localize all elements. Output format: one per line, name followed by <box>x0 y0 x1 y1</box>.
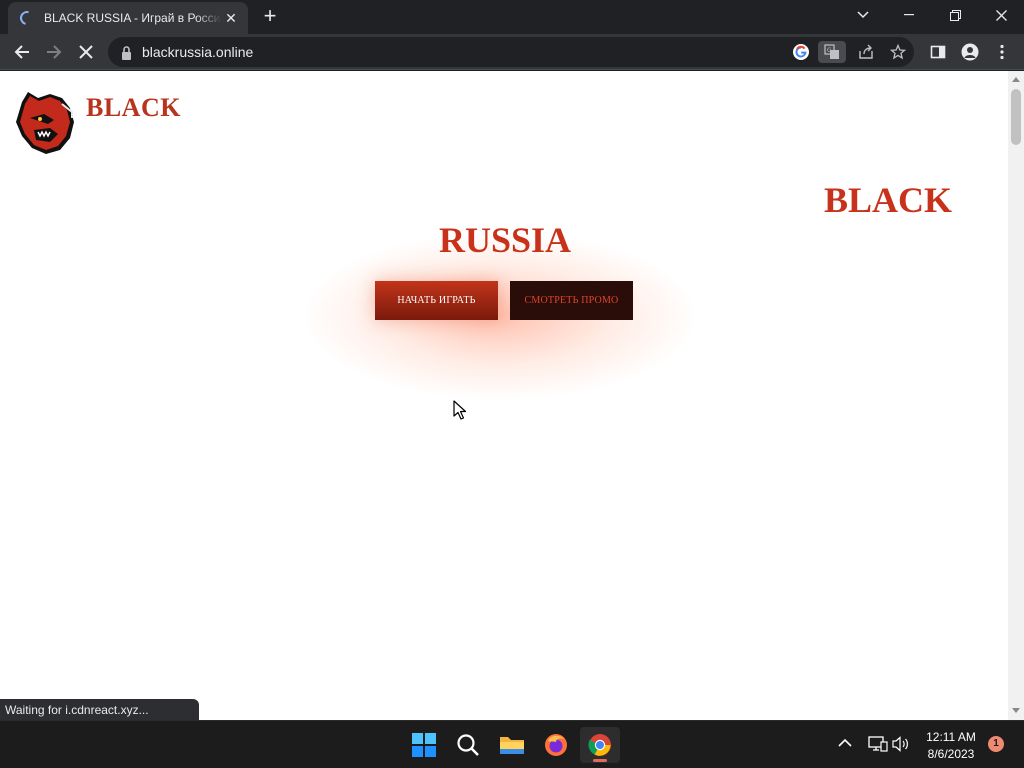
forward-button[interactable] <box>40 38 68 66</box>
chrome-taskbar-button[interactable] <box>580 727 620 763</box>
site-logo-text[interactable]: BLACK <box>86 93 181 123</box>
chevron-up-icon[interactable] <box>838 738 852 748</box>
close-icon <box>995 9 1007 21</box>
share-button[interactable] <box>856 42 876 62</box>
hero-title-black: BLACK <box>824 180 953 220</box>
firefox-button[interactable] <box>536 727 576 763</box>
chevron-down-icon <box>857 11 869 19</box>
restore-icon <box>949 9 961 21</box>
browser-tab-active[interactable]: BLACK RUSSIA - Играй в России ✕ <box>8 2 248 34</box>
restore-button[interactable] <box>932 0 978 30</box>
folder-icon <box>500 737 524 754</box>
close-window-button[interactable] <box>978 0 1024 30</box>
mouse-pointer-icon <box>453 400 467 420</box>
arrow-right-icon <box>47 45 62 59</box>
page-scrollbar[interactable] <box>1008 71 1024 720</box>
minimize-button[interactable] <box>886 0 932 30</box>
start-playing-button[interactable]: НАЧАТЬ ИГРАТЬ <box>375 281 498 320</box>
tab-search-button[interactable] <box>840 0 886 30</box>
network-icon[interactable] <box>868 736 888 752</box>
clock-date: 8/6/2023 <box>927 747 975 761</box>
url-text: blackrussia.online <box>142 44 254 60</box>
windows-logo-icon <box>412 733 436 757</box>
translate-icon: G <box>824 44 839 59</box>
tab-close-button[interactable]: ✕ <box>222 10 240 27</box>
new-tab-button[interactable]: + <box>258 5 282 29</box>
profile-icon <box>961 43 979 61</box>
watch-promo-button[interactable]: СМОТРЕТЬ ПРОМО <box>510 281 633 320</box>
google-icon <box>793 44 809 60</box>
chrome-icon <box>588 734 611 756</box>
translate-button[interactable]: G <box>818 41 846 63</box>
volume-icon[interactable] <box>892 736 910 752</box>
clock-time: 12:11 AM <box>926 730 976 744</box>
windows-taskbar: 12:11 AM 8/6/2023 1 <box>0 720 1024 768</box>
bookmark-button[interactable] <box>888 42 908 62</box>
star-icon <box>890 44 906 60</box>
google-lens-icon[interactable] <box>791 42 811 62</box>
back-button[interactable] <box>8 38 36 66</box>
svg-text:G: G <box>827 47 832 54</box>
loading-spinner-icon <box>17 8 37 28</box>
tab-title: BLACK RUSSIA - Играй в России <box>44 11 222 25</box>
minimize-icon <box>904 14 914 16</box>
loading-status-bubble: Waiting for i.cdnreact.xyz... <box>0 699 199 720</box>
taskbar-search-button[interactable] <box>448 727 488 763</box>
address-bar[interactable]: blackrussia.online G <box>108 37 914 67</box>
side-panel-button[interactable] <box>924 38 952 66</box>
scroll-up-arrow-icon[interactable] <box>1012 77 1020 82</box>
start-button[interactable] <box>404 727 444 763</box>
scroll-down-arrow-icon[interactable] <box>1012 708 1020 713</box>
bear-logo-icon[interactable] <box>14 88 76 154</box>
browser-toolbar: blackrussia.online G <box>0 34 1024 70</box>
kebab-menu-icon <box>1000 44 1004 60</box>
stop-loading-button[interactable] <box>72 38 100 66</box>
side-panel-icon <box>930 45 946 59</box>
notification-badge[interactable]: 1 <box>988 736 1004 752</box>
firefox-icon <box>545 734 567 756</box>
tab-strip: BLACK RUSSIA - Играй в России ✕ + <box>0 0 1024 34</box>
scrollbar-thumb[interactable] <box>1011 89 1021 145</box>
file-explorer-button[interactable] <box>492 727 532 763</box>
profile-button[interactable] <box>956 38 984 66</box>
chrome-menu-button[interactable] <box>988 38 1016 66</box>
arrow-left-icon <box>14 45 29 59</box>
search-icon <box>457 734 479 756</box>
share-icon <box>859 44 873 59</box>
web-page: BLACK BLACK RUSSIA НАЧАТЬ ИГРАТЬ СМОТРЕТ… <box>0 71 1008 720</box>
lock-icon <box>122 46 131 60</box>
system-clock[interactable]: 12:11 AM 8/6/2023 <box>918 729 984 763</box>
active-app-indicator <box>593 759 607 762</box>
hero-title-russia: RUSSIA <box>439 220 572 260</box>
close-icon <box>79 45 93 59</box>
